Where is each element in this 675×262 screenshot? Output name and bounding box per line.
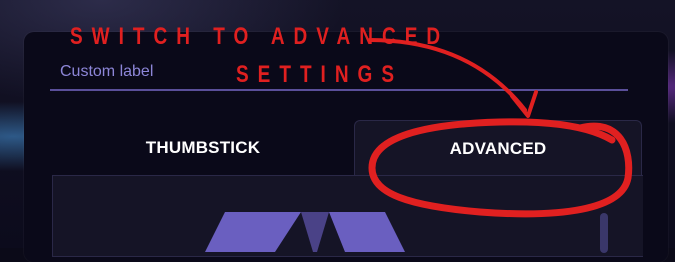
annotation-title: SWITCH TO ADVANCED (70, 24, 450, 51)
dial-segment-center (301, 212, 329, 252)
tab-advanced-label: ADVANCED (449, 138, 547, 158)
scrollbar[interactable] (600, 213, 608, 253)
thumbstick-dial[interactable] (205, 212, 405, 252)
tab-advanced[interactable]: ADVANCED (354, 120, 642, 176)
tab-thumbstick-label: THUMBSTICK (145, 138, 261, 157)
dial-segment-right (329, 212, 405, 252)
annotation-subtitle: SETTINGS (236, 62, 404, 89)
dial-segment-left (205, 212, 301, 252)
tab-thumbstick[interactable]: THUMBSTICK (52, 120, 354, 176)
